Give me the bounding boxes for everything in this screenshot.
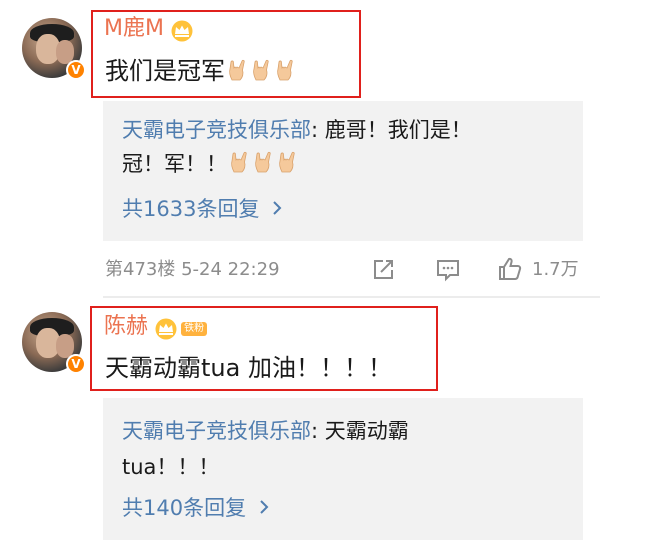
crown-icon	[171, 20, 193, 41]
view-replies-link[interactable]: 共140条回复	[122, 491, 271, 525]
share-icon[interactable]	[370, 257, 396, 283]
view-replies-link[interactable]: 共1633条回复	[122, 192, 284, 226]
reply-text: 冠！军！！	[122, 147, 299, 181]
avatar[interactable]: V	[22, 18, 86, 80]
verified-badge: V	[66, 354, 86, 374]
verified-badge: V	[66, 60, 86, 80]
divider	[103, 296, 600, 298]
rock-hand-emoji	[255, 151, 271, 173]
chevron-right-icon	[273, 201, 282, 215]
crown-icon	[155, 318, 177, 339]
username[interactable]: M鹿M	[104, 16, 164, 41]
like-icon[interactable]	[496, 256, 524, 282]
reply-text: tua！！！	[122, 455, 220, 479]
reply-text: 天霸电子竞技俱乐部: 鹿哥！我们是！	[122, 118, 472, 142]
fan-badge: 铁粉	[181, 321, 208, 336]
chevron-right-icon	[260, 500, 269, 514]
reply-author-link[interactable]: 天霸电子竞技俱乐部	[122, 419, 311, 443]
reply-text: 天霸电子竞技俱乐部: 天霸动霸	[122, 419, 409, 443]
comment-header: M鹿M	[104, 16, 195, 42]
like-count: 1.7万	[532, 259, 579, 280]
username[interactable]: 陈赫	[104, 314, 148, 339]
comment-text: 天霸动霸tua 加油！！！！	[105, 354, 392, 382]
avatar[interactable]: V	[22, 312, 86, 374]
rock-hand-emoji	[229, 59, 245, 81]
reply-author-link[interactable]: 天霸电子竞技俱乐部	[122, 118, 311, 142]
rock-hand-emoji	[231, 151, 247, 173]
comment-icon[interactable]	[434, 257, 462, 283]
floor-timestamp: 第473楼 5-24 22:29	[105, 259, 280, 280]
comment-text: 我们是冠军	[105, 56, 297, 86]
rock-hand-emoji	[277, 59, 293, 81]
rock-hand-emoji	[253, 59, 269, 81]
comment-header: 陈赫 铁粉	[104, 314, 208, 340]
rock-hand-emoji	[279, 151, 295, 173]
